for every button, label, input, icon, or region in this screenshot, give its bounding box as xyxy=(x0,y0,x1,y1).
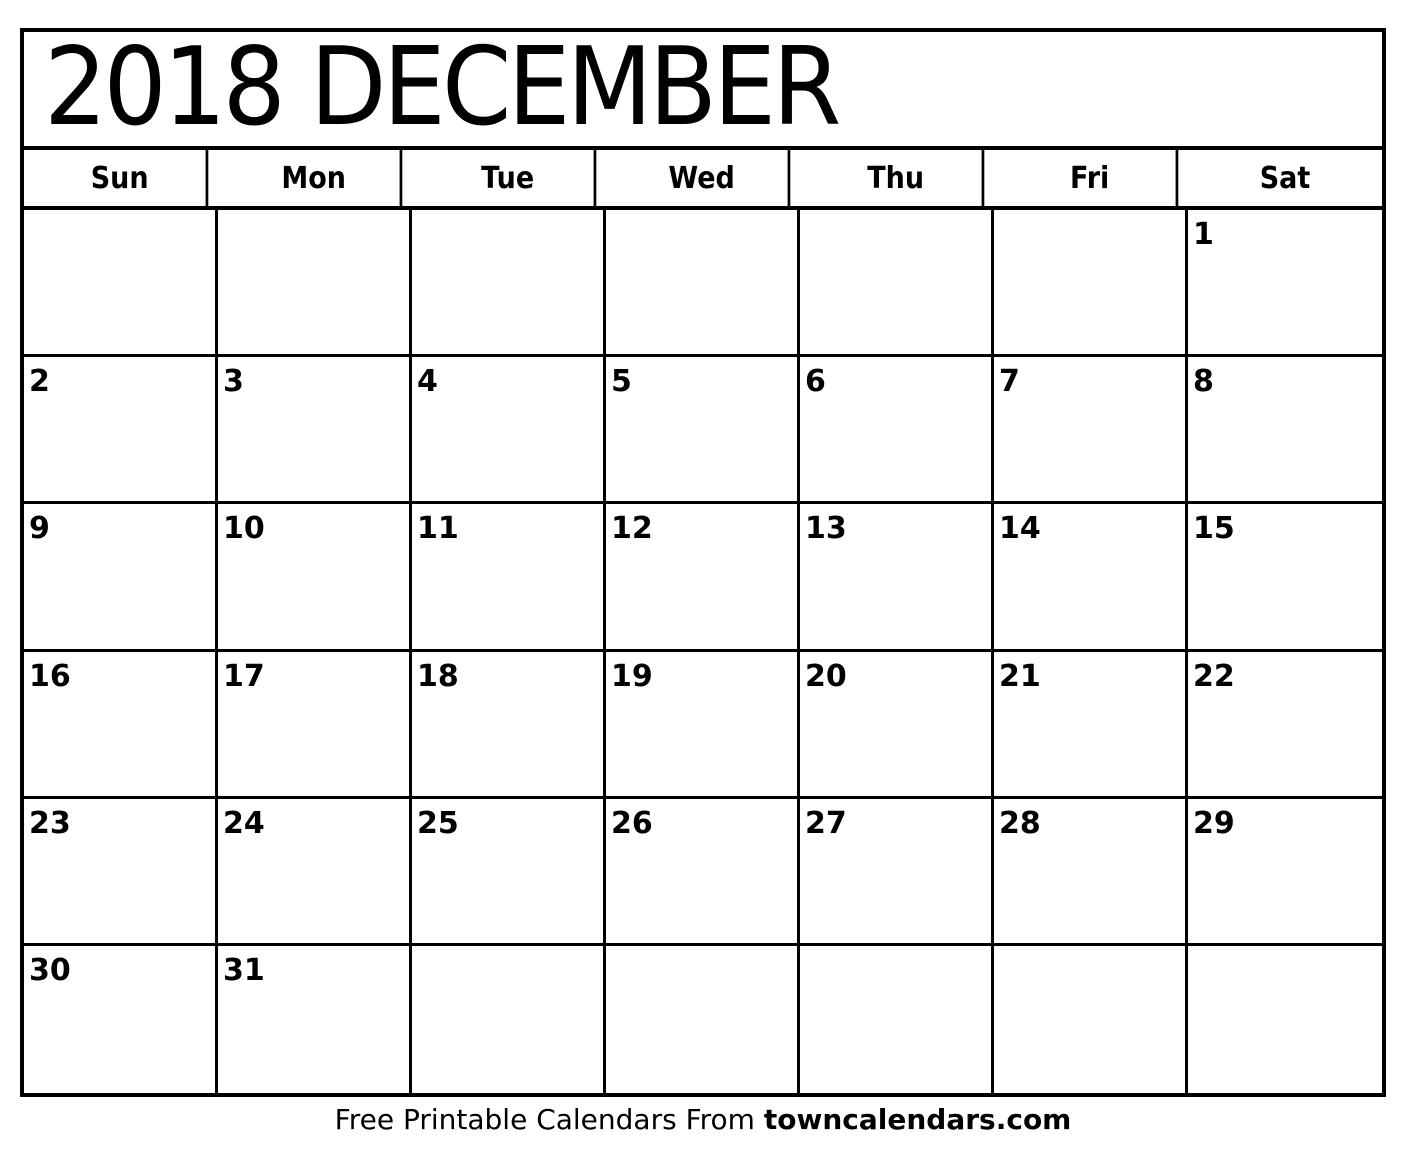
footer-credit: Free Printable Calendars From towncalend… xyxy=(0,1102,1406,1138)
day-number: 31 xyxy=(223,952,265,988)
day-number: 30 xyxy=(29,952,71,988)
empty-day-cell xyxy=(800,210,994,355)
day-number: 19 xyxy=(611,658,653,694)
day-cell: 6 xyxy=(800,357,994,502)
empty-day-cell xyxy=(24,210,218,355)
title-row: 2018 DECEMBER xyxy=(24,26,1382,150)
weekday-header-row: Sun Mon Tue Wed Thu Fri Sat xyxy=(24,150,1382,210)
day-cell: 30 xyxy=(24,945,218,1093)
day-number: 12 xyxy=(611,511,653,547)
empty-day-cell xyxy=(994,210,1188,355)
day-number: 5 xyxy=(611,364,632,400)
week-row: 23 24 25 26 27 28 29 xyxy=(24,798,1382,946)
week-row: 9 10 11 12 13 14 15 xyxy=(24,504,1382,652)
calendar-title: 2018 DECEMBER xyxy=(44,25,841,150)
day-cell: 1 xyxy=(1188,210,1382,354)
day-cell: 9 xyxy=(24,504,218,649)
week-row: 16 17 18 19 20 21 22 xyxy=(24,651,1382,799)
day-cell: 4 xyxy=(412,357,606,502)
day-number: 24 xyxy=(223,805,265,841)
day-number: 4 xyxy=(417,364,438,400)
day-number: 17 xyxy=(223,658,265,694)
day-number: 6 xyxy=(805,364,826,400)
day-number: 25 xyxy=(417,805,459,841)
day-cell: 12 xyxy=(606,504,800,649)
day-cell: 8 xyxy=(1188,357,1382,501)
calendar-grid: 1 2 3 4 5 6 7 8 9 10 11 12 13 14 15 16 17 18 19 20 21 22 23 24 2… xyxy=(24,210,1382,1093)
weekday-header-fri: Fri xyxy=(1004,150,1179,206)
day-number: 14 xyxy=(999,511,1041,547)
day-cell: 22 xyxy=(1188,652,1382,796)
day-number: 9 xyxy=(29,511,50,547)
day-number: 22 xyxy=(1193,658,1235,694)
day-cell: 2 xyxy=(24,357,218,502)
day-number: 18 xyxy=(417,658,459,694)
day-number: 1 xyxy=(1193,217,1214,252)
empty-day-cell xyxy=(218,210,412,355)
day-cell: 24 xyxy=(218,798,412,943)
day-number: 28 xyxy=(999,805,1041,841)
footer-site-link[interactable]: towncalendars.com xyxy=(764,1103,1072,1136)
day-number: 13 xyxy=(805,511,847,547)
day-cell: 29 xyxy=(1188,799,1382,943)
day-cell: 27 xyxy=(800,798,994,943)
day-cell: 21 xyxy=(994,651,1188,796)
day-cell: 20 xyxy=(800,651,994,796)
day-number: 2 xyxy=(29,364,50,400)
week-row: 1 xyxy=(24,210,1382,358)
day-cell: 23 xyxy=(24,798,218,943)
day-cell: 7 xyxy=(994,357,1188,502)
day-number: 8 xyxy=(1193,364,1214,400)
day-number: 7 xyxy=(999,364,1020,400)
day-cell: 25 xyxy=(412,798,606,943)
weekday-header-tue: Tue xyxy=(422,150,597,206)
day-cell: 26 xyxy=(606,798,800,943)
day-number: 10 xyxy=(223,511,265,547)
day-cell: 15 xyxy=(1188,504,1382,648)
weekday-header-sat: Sat xyxy=(1259,160,1311,196)
day-cell: 17 xyxy=(218,651,412,796)
empty-day-cell xyxy=(412,210,606,355)
day-number: 21 xyxy=(999,658,1041,694)
day-cell: 18 xyxy=(412,651,606,796)
weekday-header-sun: Sun xyxy=(34,150,209,206)
day-number: 29 xyxy=(1193,805,1235,841)
week-row: 30 31 xyxy=(24,945,1382,1093)
day-cell: 14 xyxy=(994,504,1188,649)
weekday-header-wed: Wed xyxy=(616,150,791,206)
week-row: 2 3 4 5 6 7 8 xyxy=(24,357,1382,505)
weekday-header-mon: Mon xyxy=(228,150,403,206)
day-number: 23 xyxy=(29,805,71,841)
day-number: 16 xyxy=(29,658,71,694)
day-cell: 13 xyxy=(800,504,994,649)
empty-day-cell xyxy=(994,945,1188,1093)
empty-day-cell xyxy=(800,945,994,1093)
empty-day-cell xyxy=(606,945,800,1093)
calendar: 2018 DECEMBER Sun Mon Tue Wed Thu Fri Sa… xyxy=(20,26,1386,1097)
day-cell: 19 xyxy=(606,651,800,796)
day-number: 11 xyxy=(417,511,459,547)
day-number: 26 xyxy=(611,805,653,841)
day-cell: 10 xyxy=(218,504,412,649)
day-cell: 3 xyxy=(218,357,412,502)
day-number: 27 xyxy=(805,805,847,841)
day-number: 20 xyxy=(805,658,847,694)
day-cell: 31 xyxy=(218,945,412,1093)
day-cell: 5 xyxy=(606,357,800,502)
day-number: 3 xyxy=(223,364,244,400)
weekday-header-thu: Thu xyxy=(810,150,985,206)
empty-day-cell xyxy=(412,945,606,1093)
day-cell: 11 xyxy=(412,504,606,649)
empty-day-cell xyxy=(606,210,800,355)
day-cell: 28 xyxy=(994,798,1188,943)
day-cell: 16 xyxy=(24,651,218,796)
empty-day-cell xyxy=(1188,946,1382,1093)
footer-text: Free Printable Calendars From xyxy=(334,1103,764,1136)
day-number: 15 xyxy=(1193,511,1235,547)
